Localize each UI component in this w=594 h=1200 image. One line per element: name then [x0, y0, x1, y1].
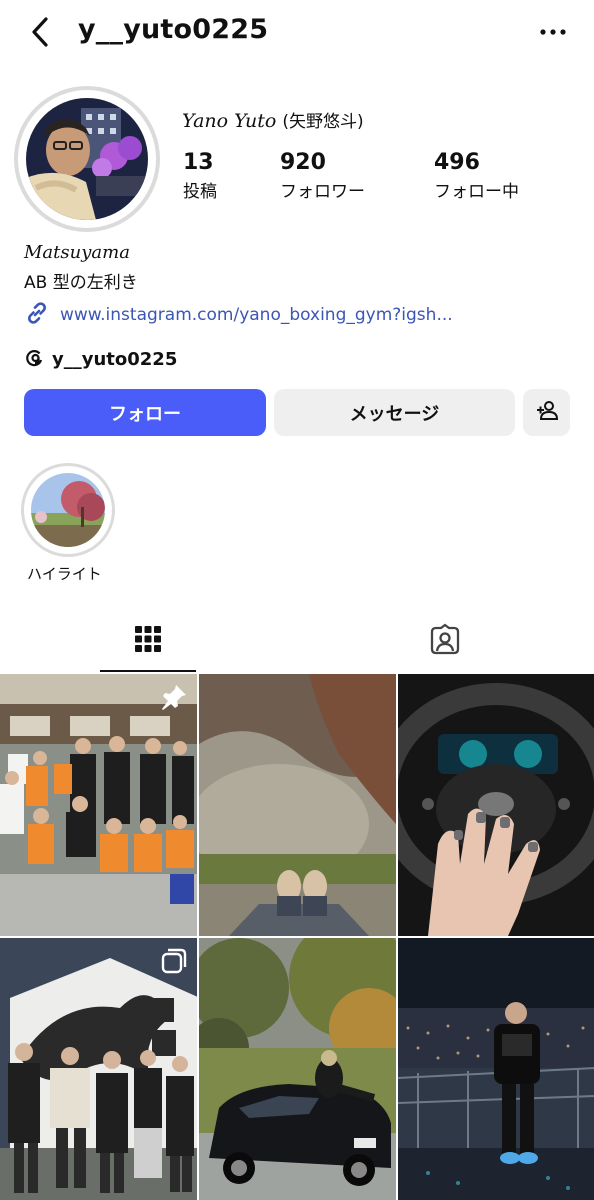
more-options-icon[interactable] [536, 16, 570, 46]
followers-count[interactable]: 920 フォロワー [280, 150, 365, 202]
posts-count[interactable]: 13 投稿 [183, 150, 217, 202]
follow-button[interactable]: フォロー [24, 389, 266, 436]
display-name-latin: Yano Yuto [182, 110, 277, 132]
profile-username-title: y__yuto0225 [78, 14, 269, 45]
stat-label: フォロワー [280, 182, 365, 202]
tagged-person-icon [428, 623, 462, 661]
display-name: Yano Yuto (矢野悠斗) [182, 107, 364, 132]
following-count[interactable]: 496 フォロー中 [434, 150, 519, 202]
threads-badge[interactable]: y__yuto0225 [24, 346, 177, 372]
profile-avatar[interactable] [14, 86, 160, 232]
post-thumbnail[interactable] [199, 674, 396, 936]
stat-value: 496 [434, 150, 480, 175]
tab-tagged[interactable] [397, 612, 493, 672]
display-name-jp: (矢野悠斗) [282, 112, 364, 132]
threads-icon [24, 346, 46, 372]
multi-photo-icon [159, 946, 189, 976]
post-thumbnail[interactable] [398, 674, 594, 936]
tab-posts-grid[interactable] [100, 612, 196, 672]
grid-icon [133, 624, 163, 658]
bio-link[interactable]: www.instagram.com/yano_boxing_gym?igsh..… [24, 302, 453, 328]
message-button[interactable]: メッセージ [274, 389, 515, 436]
back-arrow-icon[interactable] [26, 14, 58, 50]
suggest-people-button[interactable] [523, 389, 570, 436]
stat-label: 投稿 [183, 182, 217, 202]
stat-value: 920 [280, 150, 326, 175]
stat-value: 13 [183, 150, 214, 175]
post-thumbnail[interactable] [199, 938, 396, 1200]
link-icon [24, 300, 50, 330]
avatar-image [26, 98, 148, 220]
highlight-item[interactable] [21, 463, 115, 557]
bio-link-text: www.instagram.com/yano_boxing_gym?igsh..… [60, 305, 453, 325]
highlight-cover-image [31, 473, 105, 547]
post-thumbnail[interactable] [398, 938, 594, 1200]
bio-location: Matsuyama [24, 242, 130, 263]
post-thumbnail[interactable] [0, 674, 197, 936]
post-thumbnail[interactable] [0, 938, 197, 1200]
top-bar: y__yuto0225 [0, 0, 594, 66]
pin-icon [159, 682, 189, 712]
threads-handle: y__yuto0225 [52, 348, 178, 370]
add-person-icon [535, 398, 559, 427]
bio-text: AB 型の左利き [24, 273, 138, 293]
highlight-label: ハイライト [27, 565, 102, 583]
stat-label: フォロー中 [434, 182, 519, 202]
